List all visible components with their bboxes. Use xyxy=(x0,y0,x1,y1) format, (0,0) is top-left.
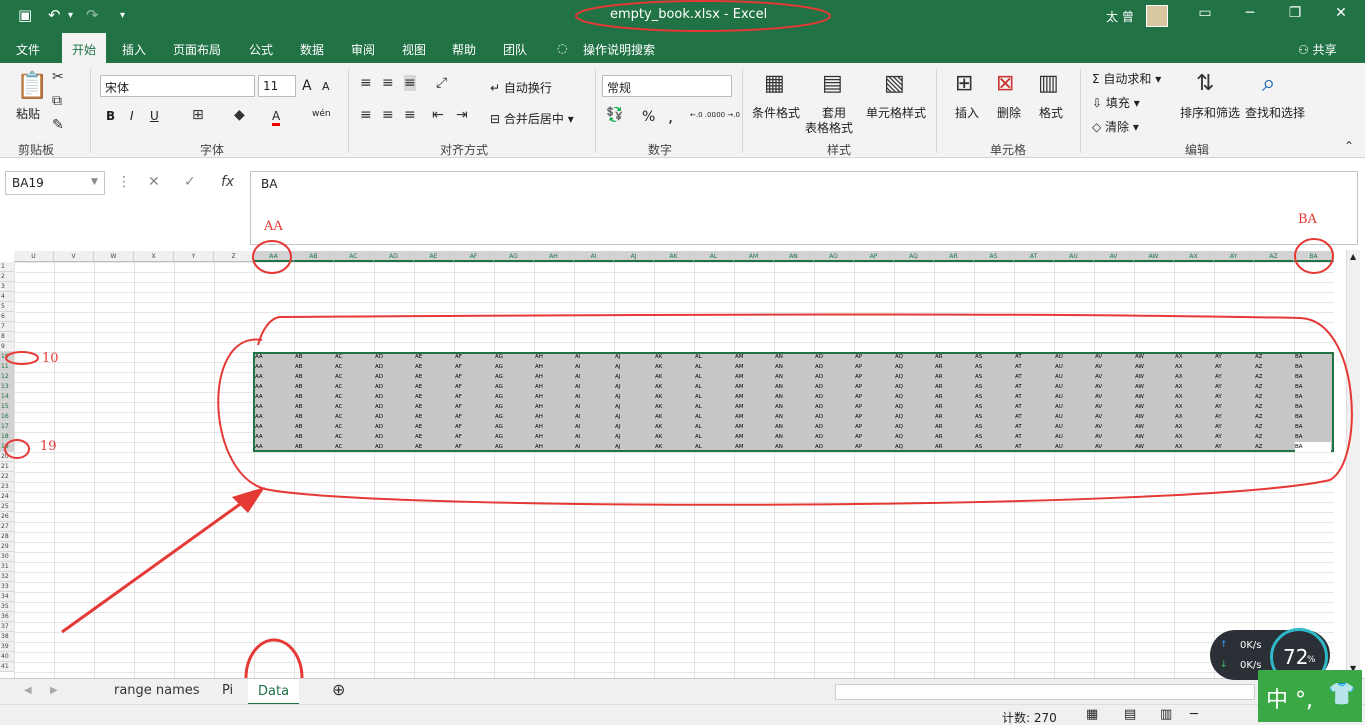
annotation-ba-label: BA xyxy=(1298,212,1317,227)
horizontal-scrollbar[interactable] xyxy=(835,684,1255,700)
ba-annotation-circle xyxy=(1294,238,1334,274)
add-sheet-icon[interactable]: ⊕ xyxy=(332,680,345,699)
download-icon: ↓ xyxy=(1220,660,1228,670)
aa-annotation-circle xyxy=(252,240,292,274)
sheet-tab-bar: ◀ ▶ range names Pi Data ⊕ xyxy=(0,678,1365,705)
sheet-tab-data[interactable]: Data xyxy=(248,679,300,705)
annotation-overlay xyxy=(4,0,1353,718)
row10-annotation-circle xyxy=(5,351,39,365)
ime-skin-icon[interactable]: 👕 xyxy=(1328,682,1355,707)
sheet-tab-pi[interactable]: Pi xyxy=(222,683,233,698)
annotation-arrow-shaft xyxy=(61,495,251,634)
status-count: 计数: 270 xyxy=(1002,711,1057,725)
memory-percent-unit: % xyxy=(1307,655,1316,665)
page-layout-view-icon[interactable]: ▤ xyxy=(1124,707,1136,722)
annotation-arrowhead xyxy=(232,487,265,513)
row19-annotation-circle xyxy=(4,439,30,459)
annotation-aa-label: AA xyxy=(264,219,283,234)
sheet-tab-range-names[interactable]: range names xyxy=(114,683,200,698)
zoom-out-icon[interactable]: ─ xyxy=(1190,707,1198,722)
next-sheet-icon[interactable]: ▶ xyxy=(50,685,58,696)
data-annotation-loop xyxy=(217,313,1353,506)
normal-view-icon[interactable]: ▦ xyxy=(1086,707,1098,722)
memory-percent: 72 xyxy=(1283,645,1309,669)
prev-sheet-icon[interactable]: ◀ xyxy=(24,685,32,696)
annotation-row10-label: 10 xyxy=(42,351,59,366)
annotation-row19-label: 19 xyxy=(40,439,57,454)
title-annotation-circle xyxy=(575,0,831,32)
status-bar: 计数: 270 ▦ ▤ ▥ ─ xyxy=(0,704,1365,725)
ime-toolbar[interactable]: 中 °, 👕 xyxy=(1258,670,1362,722)
upload-speed: 0K/s xyxy=(1240,640,1262,651)
page-break-view-icon[interactable]: ▥ xyxy=(1160,707,1172,722)
upload-icon: ↑ xyxy=(1220,640,1228,650)
ime-mode[interactable]: 中 °, xyxy=(1266,682,1313,714)
